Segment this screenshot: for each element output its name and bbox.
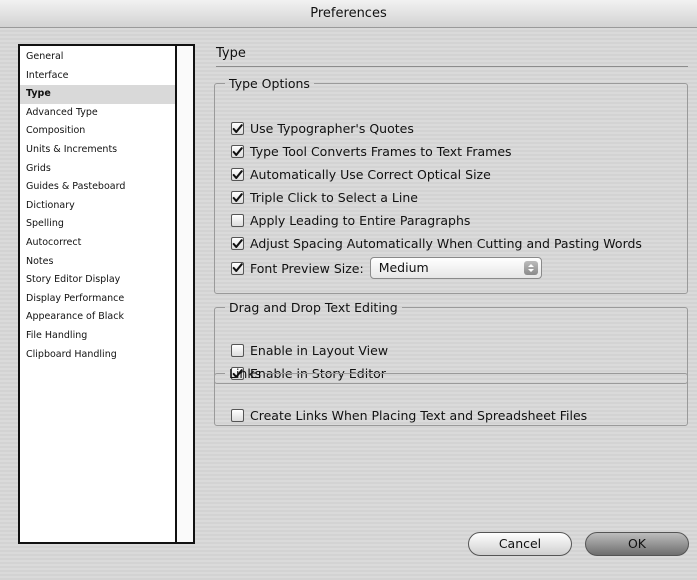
type-tool-converts-frames-label: Type Tool Converts Frames to Text Frames [250, 144, 512, 159]
checkmark-icon [232, 169, 243, 179]
drag-drop-legend: Drag and Drop Text Editing [229, 300, 398, 315]
sidebar-item-type[interactable]: Type [20, 85, 175, 104]
sidebar-item-notes[interactable]: Notes [20, 253, 175, 272]
sidebar-item-spelling[interactable]: Spelling [20, 215, 175, 234]
adjust-spacing-checkbox[interactable] [231, 237, 244, 250]
correct-optical-size-option[interactable]: Automatically Use Correct Optical Size [231, 167, 491, 182]
enable-layout-view-option[interactable]: Enable in Layout View [231, 343, 388, 358]
sidebar-item-dictionary[interactable]: Dictionary [20, 197, 175, 216]
panel-title-divider [216, 66, 688, 67]
checkmark-icon [232, 238, 243, 248]
links-group: Links Create Links When Placing Text and… [214, 366, 688, 426]
category-list-scrollbar[interactable] [175, 46, 193, 542]
category-list-items: General Interface Type Advanced Type Composi… [20, 48, 175, 364]
panel-title: Type [216, 46, 246, 61]
sidebar-item-clipboard-handling[interactable]: Clipboard Handling [20, 346, 175, 365]
correct-optical-size-checkbox[interactable] [231, 168, 244, 181]
ok-button-label: OK [627, 536, 647, 551]
type-tool-converts-frames-option[interactable]: Type Tool Converts Frames to Text Frames [231, 144, 512, 159]
use-typographers-quotes-checkbox[interactable] [231, 122, 244, 135]
checkmark-icon [232, 146, 243, 156]
font-preview-size-select[interactable]: Medium [369, 257, 542, 279]
adjust-spacing-label: Adjust Spacing Automatically When Cuttin… [250, 236, 642, 251]
create-links-option[interactable]: Create Links When Placing Text and Sprea… [231, 408, 587, 423]
sidebar-item-autocorrect[interactable]: Autocorrect [20, 234, 175, 253]
create-links-label: Create Links When Placing Text and Sprea… [250, 408, 588, 423]
cancel-button[interactable]: Cancel [468, 532, 572, 556]
correct-optical-size-label: Automatically Use Correct Optical Size [250, 167, 491, 182]
enable-layout-view-checkbox[interactable] [231, 344, 244, 357]
sidebar-item-story-editor-display[interactable]: Story Editor Display [20, 271, 175, 290]
sidebar-item-file-handling[interactable]: File Handling [20, 327, 175, 346]
checkmark-icon [232, 192, 243, 202]
apply-leading-option[interactable]: Apply Leading to Entire Paragraphs [231, 213, 470, 228]
ok-button[interactable]: OK [585, 532, 689, 556]
use-typographers-quotes-label: Use Typographer's Quotes [250, 121, 414, 136]
checkmark-icon [232, 123, 243, 133]
window-title-bar[interactable]: Preferences [0, 0, 697, 28]
type-tool-converts-frames-checkbox[interactable] [231, 145, 244, 158]
sidebar-item-units-and-increments[interactable]: Units & Increments [20, 141, 175, 160]
apply-leading-label: Apply Leading to Entire Paragraphs [250, 213, 471, 228]
links-legend: Links [229, 366, 262, 381]
font-preview-size-option[interactable]: Font Preview Size: Medium [231, 257, 542, 279]
enable-layout-view-label: Enable in Layout View [250, 343, 389, 358]
checkmark-icon [232, 263, 243, 272]
sidebar-item-general[interactable]: General [20, 48, 175, 67]
sidebar-item-grids[interactable]: Grids [20, 160, 175, 179]
window-title: Preferences [310, 6, 387, 21]
triple-click-select-line-checkbox[interactable] [231, 191, 244, 204]
triple-click-select-line-option[interactable]: Triple Click to Select a Line [231, 190, 418, 205]
select-arrows-icon [523, 261, 538, 275]
create-links-checkbox[interactable] [231, 409, 244, 422]
use-typographers-quotes-option[interactable]: Use Typographer's Quotes [231, 121, 414, 136]
preferences-category-list[interactable]: General Interface Type Advanced Type Composi… [18, 44, 195, 544]
font-preview-size-checkbox[interactable] [231, 261, 244, 275]
sidebar-item-advanced-type[interactable]: Advanced Type [20, 104, 175, 123]
sidebar-item-display-performance[interactable]: Display Performance [20, 290, 175, 309]
cancel-button-label: Cancel [498, 536, 542, 551]
font-preview-size-label: Font Preview Size: [250, 260, 364, 276]
sidebar-item-appearance-of-black[interactable]: Appearance of Black [20, 308, 175, 327]
type-options-group: Type Options Use Typographer's Quotes Ty… [214, 76, 688, 294]
sidebar-item-interface[interactable]: Interface [20, 67, 175, 86]
type-options-legend: Type Options [229, 76, 310, 91]
sidebar-item-composition[interactable]: Composition [20, 122, 175, 141]
preferences-dialog: General Interface Type Advanced Type Composi… [0, 28, 697, 580]
adjust-spacing-option[interactable]: Adjust Spacing Automatically When Cuttin… [231, 236, 642, 251]
font-preview-size-value: Medium [378, 260, 429, 275]
triple-click-select-line-label: Triple Click to Select a Line [250, 190, 418, 205]
apply-leading-checkbox[interactable] [231, 214, 244, 227]
sidebar-item-guides-and-pasteboard[interactable]: Guides & Pasteboard [20, 178, 175, 197]
